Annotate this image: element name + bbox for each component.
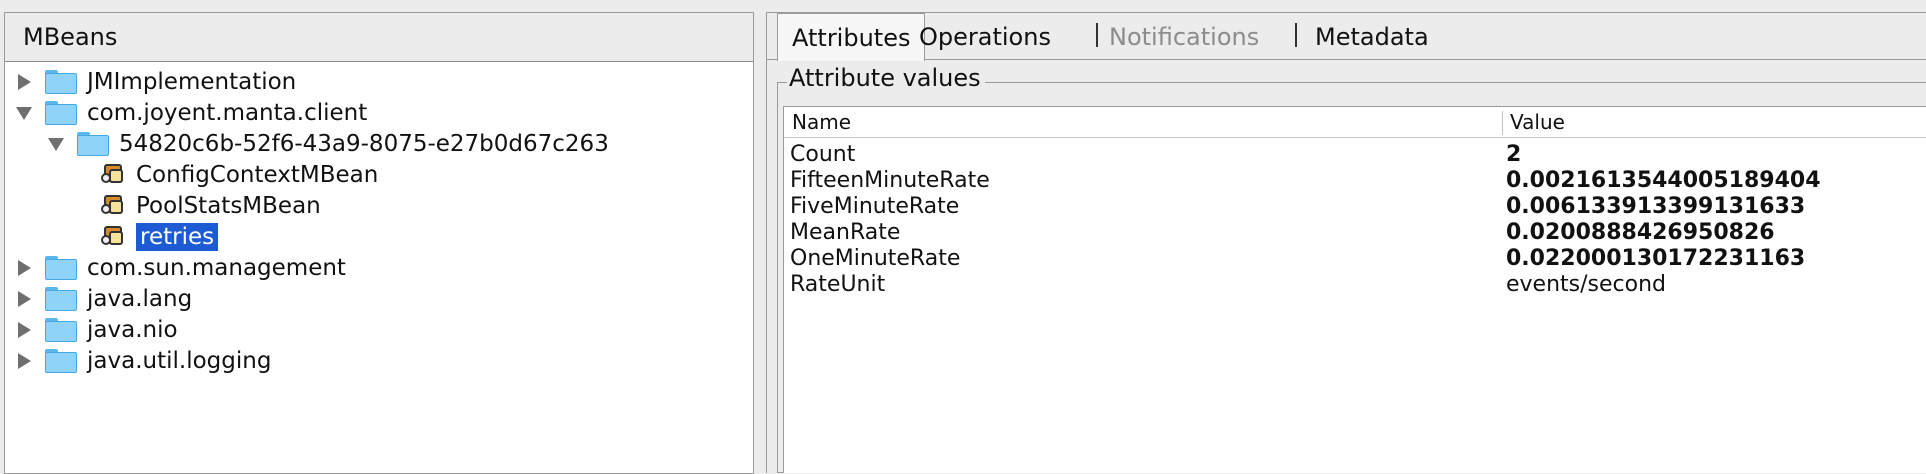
attribute-values-title: Attribute values xyxy=(787,64,985,92)
expand-triangle-down-icon[interactable] xyxy=(45,133,67,155)
column-header-name[interactable]: Name xyxy=(792,110,851,134)
tree-node-label: ConfigContextMBean xyxy=(136,162,379,188)
attribute-value-cell: 0.0021613544005189404 xyxy=(1506,168,1821,193)
attribute-name-cell: OneMinuteRate xyxy=(790,246,961,271)
folder-icon xyxy=(45,101,77,125)
tree-node-label: java.lang xyxy=(87,286,193,312)
attribute-value-cell: 0.0200888426950826 xyxy=(1506,220,1775,245)
attribute-name-cell: FiveMinuteRate xyxy=(790,194,960,219)
mbean-icon xyxy=(101,225,125,249)
attribute-value-cell: 0.006133913399131633 xyxy=(1506,194,1806,219)
tab-notifications: Notifications xyxy=(1109,23,1260,51)
expand-triangle-right-icon[interactable] xyxy=(13,319,35,341)
folder-icon xyxy=(45,256,77,280)
expand-triangle-down-icon[interactable] xyxy=(13,102,35,124)
tree-node-label: JMImplementation xyxy=(87,69,297,95)
attribute-name-cell: Count xyxy=(790,142,856,167)
mbeans-header: MBeans xyxy=(5,13,753,62)
attributes-table: Name Value Count 2 FifteenMinuteRate 0.0021… xyxy=(783,106,1926,473)
tab-metadata[interactable]: Metadata xyxy=(1301,13,1443,59)
folder-icon xyxy=(45,349,77,373)
tree-node-label: java.util.logging xyxy=(87,348,272,374)
attribute-name-cell: FifteenMinuteRate xyxy=(790,168,990,193)
tree-node-label: retries xyxy=(136,223,219,251)
tree-node-label: com.joyent.manta.client xyxy=(87,100,368,126)
tab-attributes[interactable]: Attributes xyxy=(777,13,926,61)
mbeans-panel: MBeans JMImplementation com.joyent.manta.… xyxy=(4,12,754,474)
tree-node[interactable]: java.util.logging xyxy=(13,342,271,380)
attribute-value-cell: events/second xyxy=(1506,272,1666,297)
tree-node-label: PoolStatsMBean xyxy=(136,193,321,219)
mbean-tree[interactable]: JMImplementation com.joyent.manta.client 5… xyxy=(5,62,753,473)
tab-separator xyxy=(1295,23,1297,47)
expand-triangle-right-icon[interactable] xyxy=(13,257,35,279)
folder-icon xyxy=(77,132,109,156)
folder-icon xyxy=(45,70,77,94)
expand-triangle-right-icon[interactable] xyxy=(13,71,35,93)
attribute-name-cell: MeanRate xyxy=(790,220,901,245)
tree-node-label: java.nio xyxy=(87,317,178,343)
expand-triangle-right-icon[interactable] xyxy=(13,288,35,310)
tab-bar: Attributes Operations Notifications Meta… xyxy=(767,13,1926,61)
tab-operations[interactable]: Operations xyxy=(905,13,1065,59)
column-divider[interactable] xyxy=(1502,111,1503,135)
attribute-value-cell: 0.022000130172231163 xyxy=(1506,246,1806,271)
folder-icon xyxy=(45,318,77,342)
attribute-name-cell: RateUnit xyxy=(790,272,886,297)
mbean-icon xyxy=(101,194,125,218)
tree-node-label: com.sun.management xyxy=(87,255,346,281)
tree-node-label: 54820c6b-52f6-43a9-8075-e27b0d67c263 xyxy=(119,131,609,157)
mbean-icon xyxy=(101,163,125,187)
expand-triangle-right-icon[interactable] xyxy=(13,350,35,372)
attribute-value-cell: 2 xyxy=(1506,142,1522,167)
column-header-value[interactable]: Value xyxy=(1510,110,1565,134)
table-header: Name Value xyxy=(784,107,1926,138)
mbean-details-panel: Attributes Operations Notifications Meta… xyxy=(766,12,1926,473)
folder-icon xyxy=(45,287,77,311)
table-row[interactable]: RateUnit events/second xyxy=(784,269,1926,301)
